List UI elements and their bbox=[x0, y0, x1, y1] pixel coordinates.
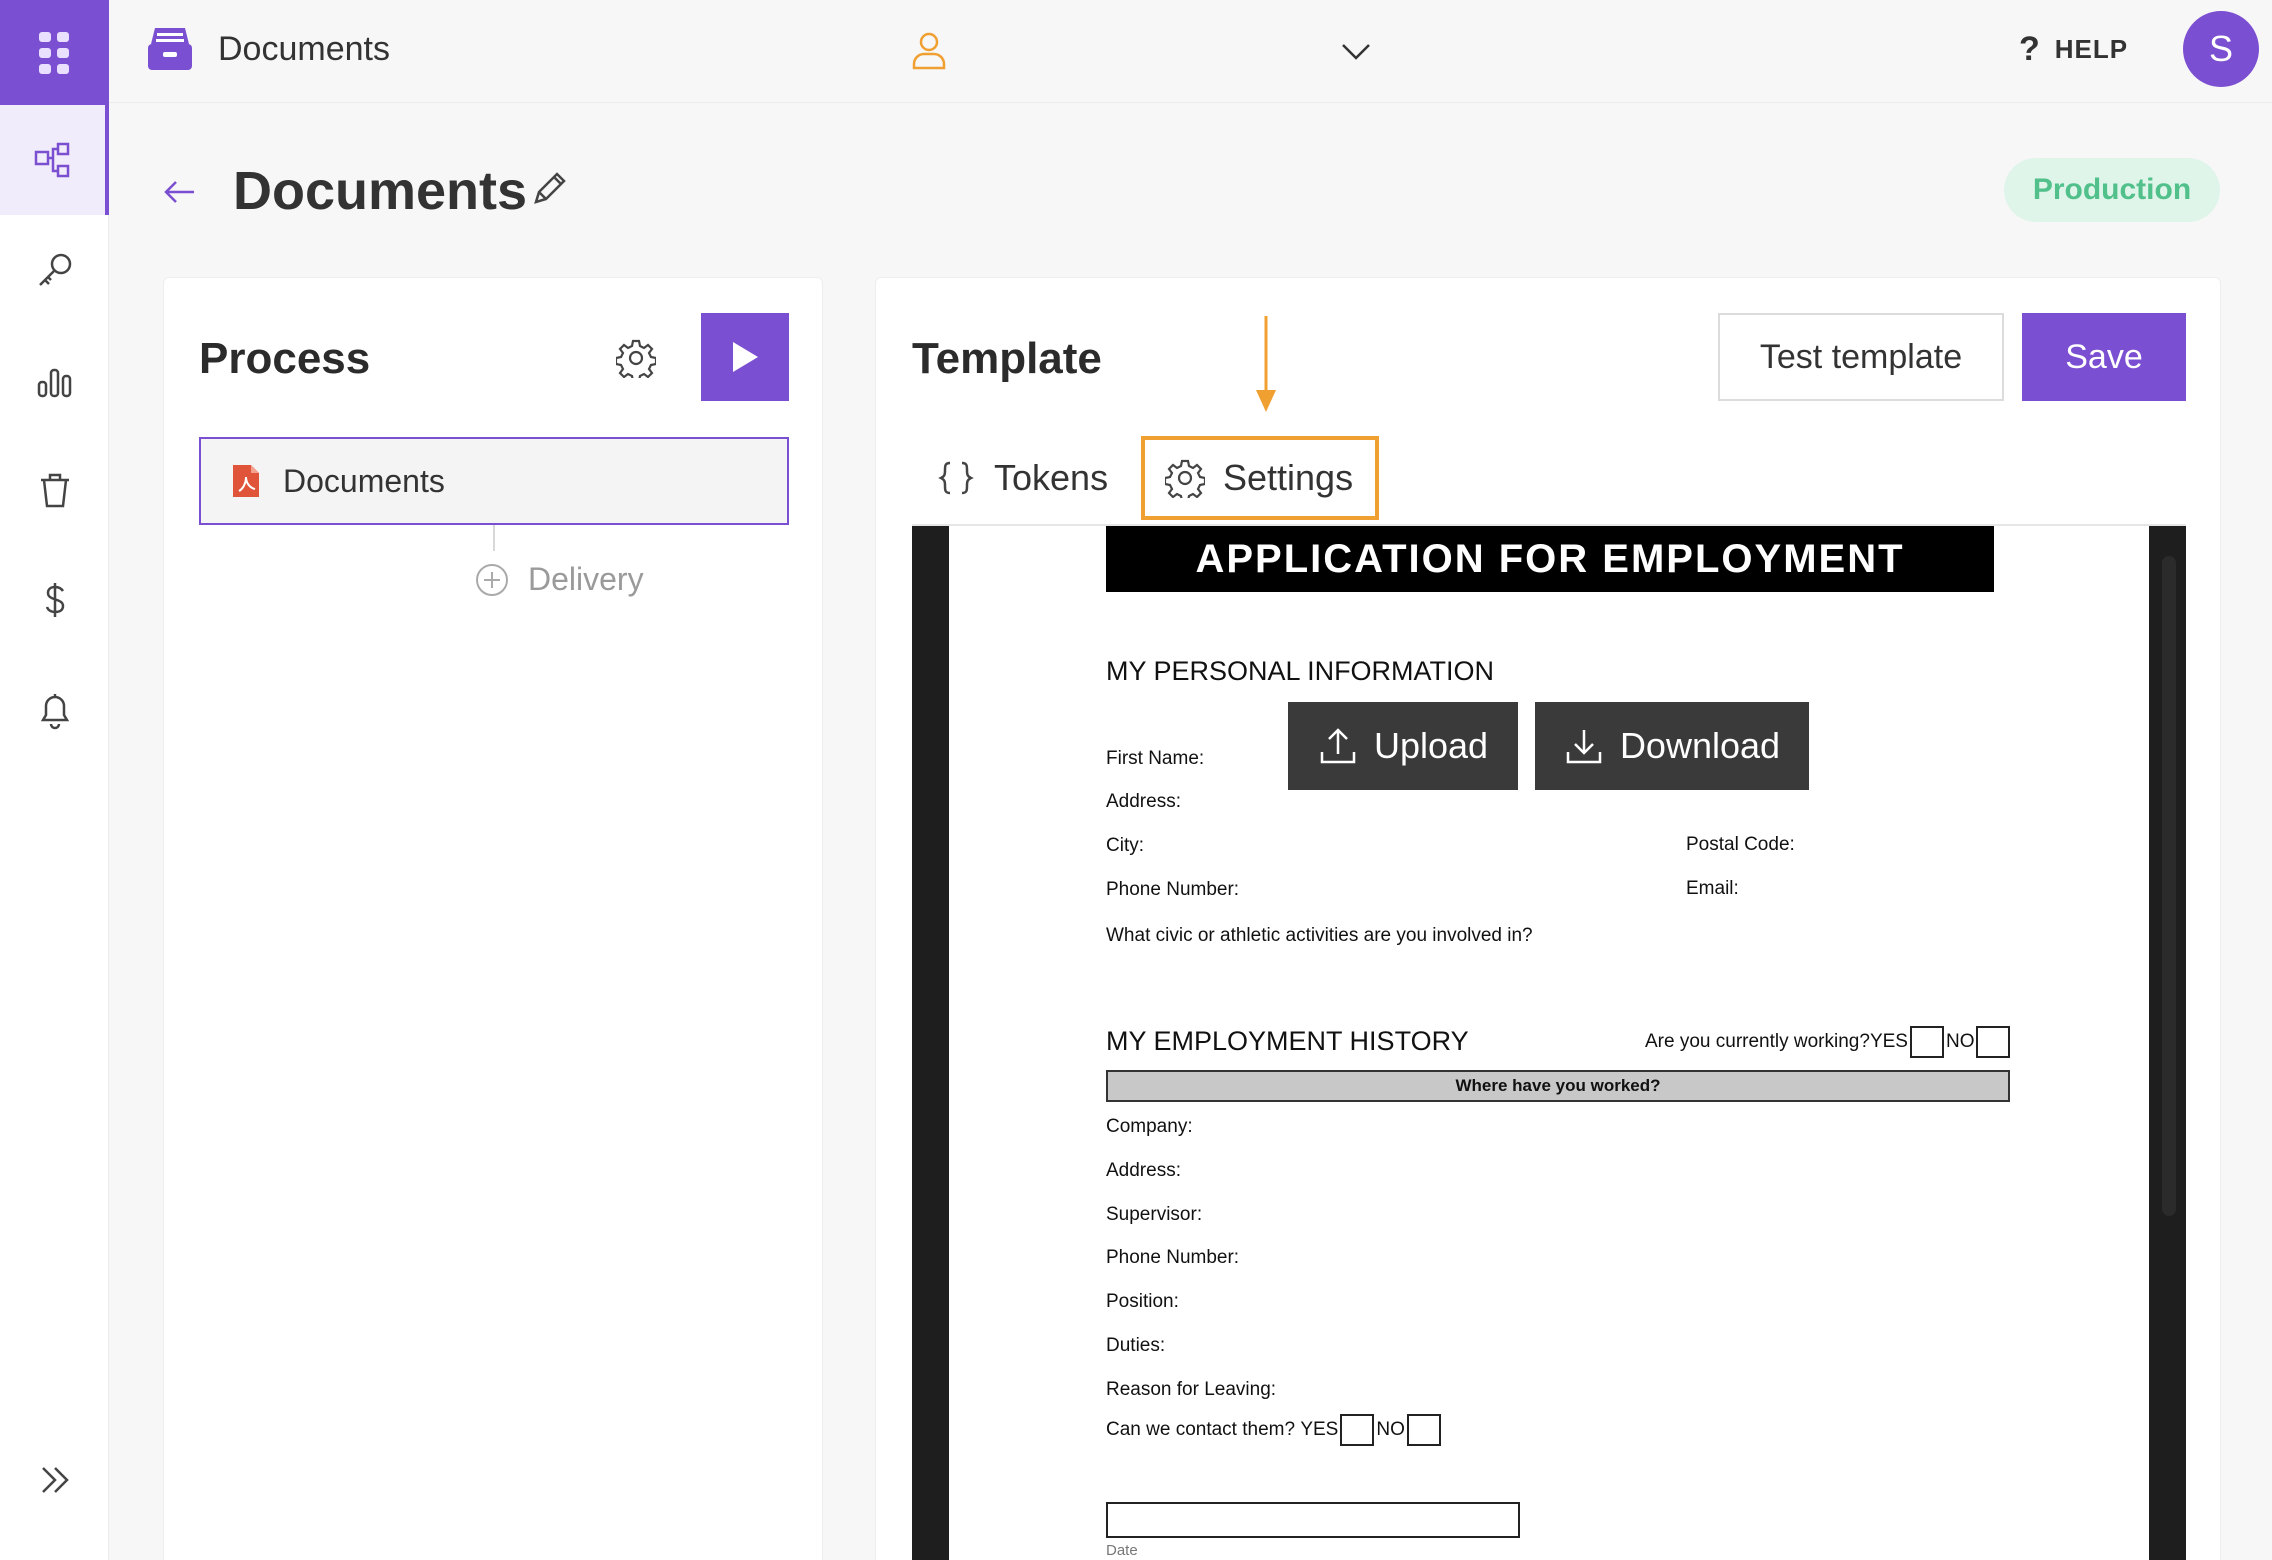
annotation-arrow-icon bbox=[1256, 316, 1276, 412]
template-title: Template bbox=[912, 334, 1102, 383]
curly-braces-icon bbox=[938, 461, 974, 495]
doc-banner: APPLICATION FOR EMPLOYMENT bbox=[1106, 526, 1994, 592]
top-bar: Documents ? HELP S bbox=[109, 0, 2272, 103]
doc-no-label: NO bbox=[1945, 1031, 1975, 1053]
save-button[interactable]: Save bbox=[2022, 313, 2186, 401]
doc-currently-working: Are you currently working?YES NO bbox=[1645, 1026, 2012, 1058]
doc-address: Address: bbox=[1106, 791, 1181, 812]
add-delivery-step[interactable]: Delivery bbox=[474, 561, 644, 598]
test-template-button[interactable]: Test template bbox=[1718, 313, 2004, 401]
doc-address2: Address: bbox=[1106, 1160, 1181, 1181]
document-viewer[interactable]: APPLICATION FOR EMPLOYMENT MY PERSONAL I… bbox=[912, 526, 2186, 1560]
sidebar-item-trash[interactable] bbox=[0, 435, 109, 545]
upload-label: Upload bbox=[1373, 725, 1489, 766]
doc-position: Position: bbox=[1106, 1291, 1179, 1312]
no-checkbox[interactable] bbox=[1976, 1026, 2011, 1058]
template-panel: Template Test template Save Tokens Setti… bbox=[875, 277, 2221, 1560]
step-connector bbox=[493, 525, 495, 551]
process-title: Process bbox=[199, 334, 371, 383]
user-icon[interactable] bbox=[909, 30, 949, 70]
page-title: Documents bbox=[233, 161, 528, 221]
doc-personal-title: MY PERSONAL INFORMATION bbox=[1106, 656, 1495, 686]
doc-employment-title: MY EMPLOYMENT HISTORY bbox=[1106, 1026, 1469, 1056]
dollar-icon bbox=[45, 583, 64, 617]
contact-yes-checkbox[interactable] bbox=[1340, 1414, 1375, 1446]
question-icon: ? bbox=[2019, 30, 2041, 68]
doc-worked-bar: Where have you worked? bbox=[1106, 1070, 2010, 1102]
app-title: Documents bbox=[218, 30, 390, 68]
doc-supervisor: Supervisor: bbox=[1106, 1204, 1203, 1225]
process-panel: Process Documents Delivery bbox=[163, 277, 823, 1560]
environment-badge[interactable]: Production bbox=[2004, 158, 2220, 222]
pdf-file-icon bbox=[233, 465, 259, 497]
gear-icon bbox=[1165, 459, 1205, 498]
gear-icon[interactable] bbox=[616, 338, 656, 378]
sidebar-item-keys[interactable] bbox=[0, 215, 109, 325]
user-avatar[interactable]: S bbox=[2183, 11, 2259, 87]
upload-button[interactable]: Upload bbox=[1288, 702, 1518, 790]
trash-icon bbox=[40, 473, 69, 508]
doc-contact-label: Can we contact them? bbox=[1106, 1419, 1296, 1441]
doc-date-box bbox=[1106, 1502, 1520, 1538]
sidebar bbox=[0, 0, 109, 1560]
download-label: Download bbox=[1619, 725, 1781, 766]
plus-circle-icon bbox=[476, 563, 508, 596]
download-icon bbox=[1566, 730, 1602, 764]
process-step-documents[interactable]: Documents bbox=[199, 437, 789, 525]
doc-contact: Can we contact them? YES NO bbox=[1106, 1414, 1443, 1446]
back-arrow-icon[interactable] bbox=[160, 172, 200, 212]
key-icon bbox=[38, 253, 71, 286]
doc-contact-yes-label: YES bbox=[1300, 1419, 1339, 1441]
pencil-icon[interactable] bbox=[530, 168, 570, 208]
doc-phone: Phone Number: bbox=[1106, 879, 1240, 900]
apps-grid-icon[interactable] bbox=[0, 0, 109, 105]
process-step-label: Documents bbox=[283, 462, 445, 499]
play-icon bbox=[733, 342, 758, 372]
yes-checkbox[interactable] bbox=[1909, 1026, 1944, 1058]
viewer-scrollbar[interactable] bbox=[2162, 556, 2176, 1216]
add-step-label: Delivery bbox=[528, 561, 644, 597]
doc-reason: Reason for Leaving: bbox=[1106, 1379, 1277, 1400]
sidebar-expand-button[interactable] bbox=[0, 1425, 109, 1535]
sidebar-item-notifications[interactable] bbox=[0, 655, 109, 765]
upload-icon bbox=[1320, 728, 1356, 764]
double-chevron-right-icon bbox=[41, 1467, 69, 1493]
help-link[interactable]: ? HELP bbox=[2019, 30, 2128, 69]
doc-date-label: Date bbox=[1106, 1542, 1138, 1559]
run-process-button[interactable] bbox=[701, 313, 789, 401]
tab-settings[interactable]: Settings bbox=[1141, 436, 1379, 520]
doc-activities: What civic or athletic activities are yo… bbox=[1106, 925, 1533, 946]
download-button[interactable]: Download bbox=[1535, 702, 1809, 790]
doc-email: Email: bbox=[1686, 878, 1739, 899]
doc-phone2: Phone Number: bbox=[1106, 1247, 1240, 1268]
sidebar-item-analytics[interactable] bbox=[0, 325, 109, 435]
doc-city: City: bbox=[1106, 835, 1144, 856]
tab-settings-label: Settings bbox=[1223, 457, 1354, 498]
doc-yes-label: YES bbox=[1869, 1031, 1908, 1053]
bar-chart-icon bbox=[37, 368, 71, 398]
doc-company: Company: bbox=[1106, 1116, 1193, 1137]
documents-tray-icon bbox=[148, 28, 192, 70]
doc-currently-working-label: Are you currently working? bbox=[1645, 1031, 1870, 1053]
doc-duties: Duties: bbox=[1106, 1335, 1166, 1356]
tab-tokens[interactable]: Tokens bbox=[936, 436, 1108, 520]
sidebar-item-billing[interactable] bbox=[0, 545, 109, 655]
chevron-down-icon[interactable] bbox=[1339, 36, 1373, 66]
doc-first-name: First Name: bbox=[1106, 748, 1205, 769]
contact-no-checkbox[interactable] bbox=[1406, 1414, 1441, 1446]
sidebar-item-flows[interactable] bbox=[0, 105, 109, 215]
help-label: HELP bbox=[2054, 34, 2129, 64]
document-page: APPLICATION FOR EMPLOYMENT MY PERSONAL I… bbox=[949, 526, 2149, 1560]
tab-tokens-label: Tokens bbox=[994, 457, 1109, 498]
flow-diagram-icon bbox=[34, 142, 69, 178]
doc-contact-no-label: NO bbox=[1376, 1419, 1405, 1441]
bell-icon bbox=[40, 694, 69, 730]
doc-postal-code: Postal Code: bbox=[1686, 834, 1795, 855]
